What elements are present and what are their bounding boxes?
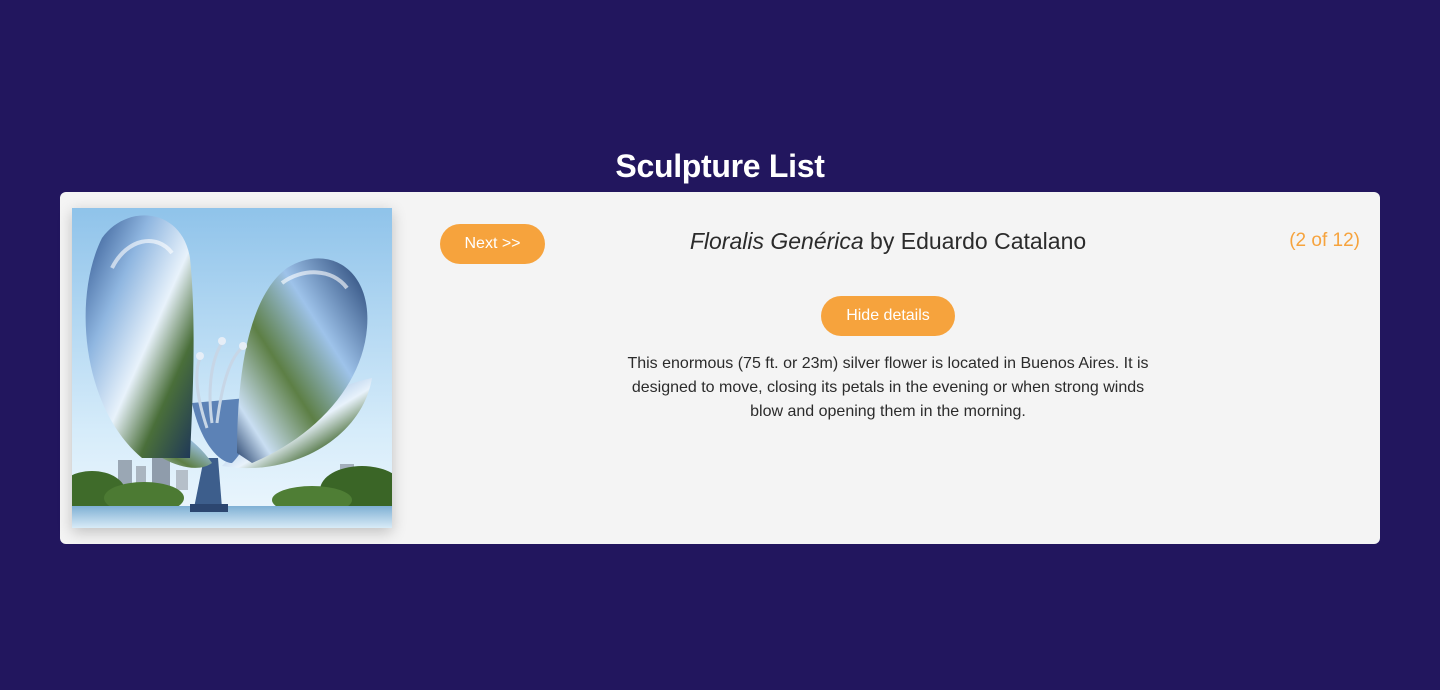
artist-name: Eduardo Catalano — [900, 228, 1087, 254]
sculpture-title: Floralis Genérica by Eduardo Catalano — [580, 226, 1196, 256]
next-button[interactable]: Next >> — [440, 224, 545, 264]
sculpture-counter: (2 of 12) — [1289, 230, 1360, 251]
sculpture-name: Floralis Genérica — [689, 228, 864, 254]
sculpture-description: This enormous (75 ft. or 23m) silver flo… — [627, 355, 1149, 420]
sculpture-image — [72, 208, 392, 528]
page-title: Sculpture List — [615, 148, 825, 184]
sculpture-card: Next >> Floralis Genérica by Eduardo Cat… — [60, 192, 1380, 544]
hide-details-button[interactable]: Hide details — [821, 296, 955, 336]
artist-prefix: by — [863, 228, 901, 254]
